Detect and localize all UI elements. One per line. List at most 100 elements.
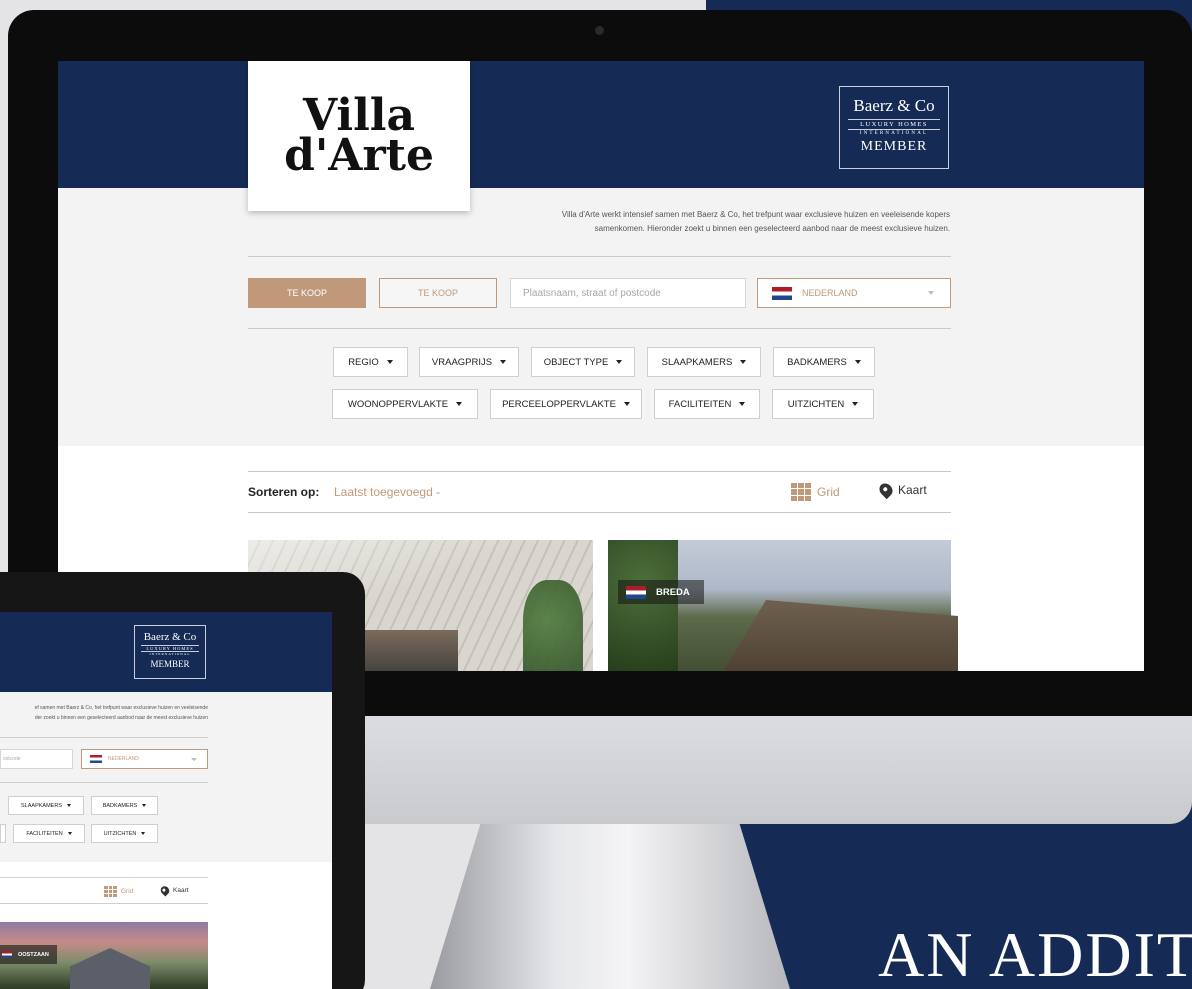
netherlands-flag-icon xyxy=(90,755,102,763)
partner-name: Baerz & Co xyxy=(143,631,197,643)
filter-vraagprijs[interactable]: VRAAGPRIJS xyxy=(419,347,519,377)
filter-label: SLAAPKAMERS xyxy=(21,802,62,809)
partner-name: Baerz & Co xyxy=(853,96,935,115)
caret-down-icon xyxy=(141,832,146,835)
listing-photo-plants xyxy=(523,580,583,671)
grid-icon xyxy=(791,483,811,501)
tablet-screen: Baerz & Co LUXURY HOMES INTERNATIONAL ME… xyxy=(0,612,332,989)
filter-label: OBJECT TYPE xyxy=(543,356,609,368)
listing-card[interactable]: OOSTZAAN xyxy=(0,922,208,989)
filter-label: SLAAPKAMERS xyxy=(661,356,733,368)
map-pin-icon xyxy=(876,480,896,500)
search-section: Villa d'Arte werkt intensief samen met B… xyxy=(58,188,1144,446)
filter-label: BADKAMERS xyxy=(787,356,847,368)
monitor-camera xyxy=(595,26,604,35)
baerz-member-badge[interactable]: Baerz & Co LUXURY HOMES INTERNATIONAL ME… xyxy=(839,86,949,169)
intro-line-1: ef samen met Baerz & Co, het trefpunt wa… xyxy=(34,705,208,711)
tablet-header: Baerz & Co LUXURY HOMES INTERNATIONAL ME… xyxy=(0,612,332,692)
caret-down-icon xyxy=(852,402,859,406)
listing-photo-house xyxy=(70,948,150,989)
sort-dropdown[interactable]: Laatst toegevoegd - xyxy=(334,485,440,499)
view-grid-label: Grid xyxy=(121,888,134,895)
caret-down-icon xyxy=(740,360,747,364)
country-label: NEDERLAND xyxy=(802,288,858,298)
partner-member: MEMBER xyxy=(150,659,190,669)
tagline-text: AN ADDITI xyxy=(878,919,1192,989)
city-label: OOSTZAAN xyxy=(18,951,49,958)
divider xyxy=(0,737,208,738)
tab-te-koop-active[interactable]: TE KOOP xyxy=(248,278,366,308)
view-map-button[interactable]: Kaart xyxy=(158,884,189,897)
caret-down-icon xyxy=(67,832,72,835)
baerz-member-badge[interactable]: Baerz & Co LUXURY HOMES INTERNATIONAL ME… xyxy=(134,625,206,679)
chevron-down-icon xyxy=(191,758,197,761)
filter-badkamers[interactable]: BADKAMERS xyxy=(773,347,875,377)
country-label: NEDERLAND xyxy=(108,756,139,762)
partner-sub2: INTERNATIONAL xyxy=(149,652,191,656)
intro-text: Villa d'Arte werkt intensief samen met B… xyxy=(478,208,950,236)
view-map-button[interactable]: Kaart xyxy=(876,480,927,500)
caret-down-icon xyxy=(739,402,746,406)
listing-photo-house xyxy=(718,600,958,671)
view-grid-button[interactable]: Grid xyxy=(791,483,840,501)
intro-line-2: samenkomen. Hieronder zoekt u binnen een… xyxy=(594,224,950,233)
view-grid-label: Grid xyxy=(817,485,840,499)
divider xyxy=(248,328,951,329)
intro-text: ef samen met Baerz & Co, het trefpunt wa… xyxy=(0,703,208,723)
view-map-label: Kaart xyxy=(173,887,189,894)
filter-label: PERCEELOPPERVLAKTE xyxy=(502,398,616,410)
city-badge: BREDA xyxy=(618,580,704,604)
filter-label: VRAAGPRIJS xyxy=(431,356,493,368)
site-header xyxy=(58,61,1144,188)
city-badge: OOSTZAAN xyxy=(0,945,57,964)
search-input[interactable]: Plaatsnaam, straat of postcode xyxy=(510,278,746,308)
netherlands-flag-icon xyxy=(2,951,12,958)
divider xyxy=(0,782,208,783)
filter-label: FACILITEITEN xyxy=(668,398,732,410)
filter-label: UITZICHTEN xyxy=(103,830,137,837)
city-label: BREDA xyxy=(656,586,690,598)
grid-icon xyxy=(104,886,117,897)
villa-darte-logo[interactable]: Villa d'Arte xyxy=(248,61,470,211)
partner-sub: LUXURY HOMES xyxy=(141,645,199,652)
country-select[interactable]: NEDERLAND xyxy=(81,749,208,769)
filter-faciliteiten[interactable]: FACILITEITEN xyxy=(654,389,760,419)
filter-uitzichten[interactable]: UITZICHTEN xyxy=(772,389,874,419)
filter-slaapkamers[interactable]: SLAAPKAMERS xyxy=(647,347,761,377)
sort-bar: Grid Kaart xyxy=(0,877,208,904)
filter-slaapkamers[interactable]: SLAAPKAMERS xyxy=(8,796,84,815)
filter-label: WOONOPPERVLAKTE xyxy=(347,398,449,410)
filter-perceeloppervlakte[interactable]: PERCEELOPPERVLAKTE xyxy=(490,389,642,419)
filter-label: BADKAMERS xyxy=(102,802,138,809)
listing-card[interactable]: BREDA xyxy=(608,540,958,671)
tab-te-koop[interactable]: TE KOOP xyxy=(379,278,497,308)
partner-sub2: INTERNATIONAL xyxy=(859,131,929,136)
tablet-search-section: ef samen met Baerz & Co, het trefpunt wa… xyxy=(0,692,332,862)
view-grid-button[interactable]: Grid xyxy=(104,886,133,897)
search-input[interactable]: ostcode xyxy=(0,749,73,769)
filter-woonoppervlakte[interactable]: WOONOPPERVLAKTE xyxy=(332,389,478,419)
partner-sub: LUXURY HOMES xyxy=(848,119,940,130)
caret-down-icon xyxy=(142,804,147,807)
country-select[interactable]: NEDERLAND xyxy=(757,278,951,308)
caret-down-icon xyxy=(616,360,623,364)
caret-down-icon xyxy=(854,360,861,364)
filter-badkamers[interactable]: BADKAMERS xyxy=(91,796,158,815)
intro-line-2: der zoekt u binnen een geselecteerd aanb… xyxy=(34,715,208,721)
filter-label: REGIO xyxy=(348,356,379,368)
listing-photo-tree xyxy=(608,540,678,671)
filter-uitzichten[interactable]: UITZICHTEN xyxy=(91,824,158,843)
caret-down-icon xyxy=(386,360,393,364)
filter-faciliteiten[interactable]: FACILITEITEN xyxy=(13,824,85,843)
filter-regio[interactable]: REGIO xyxy=(333,347,408,377)
view-map-label: Kaart xyxy=(898,483,927,497)
intro-line-1: Villa d'Arte werkt intensief samen met B… xyxy=(561,210,950,219)
netherlands-flag-icon xyxy=(772,286,792,300)
netherlands-flag-icon xyxy=(626,585,646,599)
filter-object-type[interactable]: OBJECT TYPE xyxy=(531,347,635,377)
filter-perceeloppervlakte[interactable] xyxy=(0,824,6,843)
caret-down-icon xyxy=(456,402,463,406)
caret-down-icon xyxy=(623,402,630,406)
caret-down-icon xyxy=(500,360,507,364)
monitor-stand xyxy=(430,824,790,989)
